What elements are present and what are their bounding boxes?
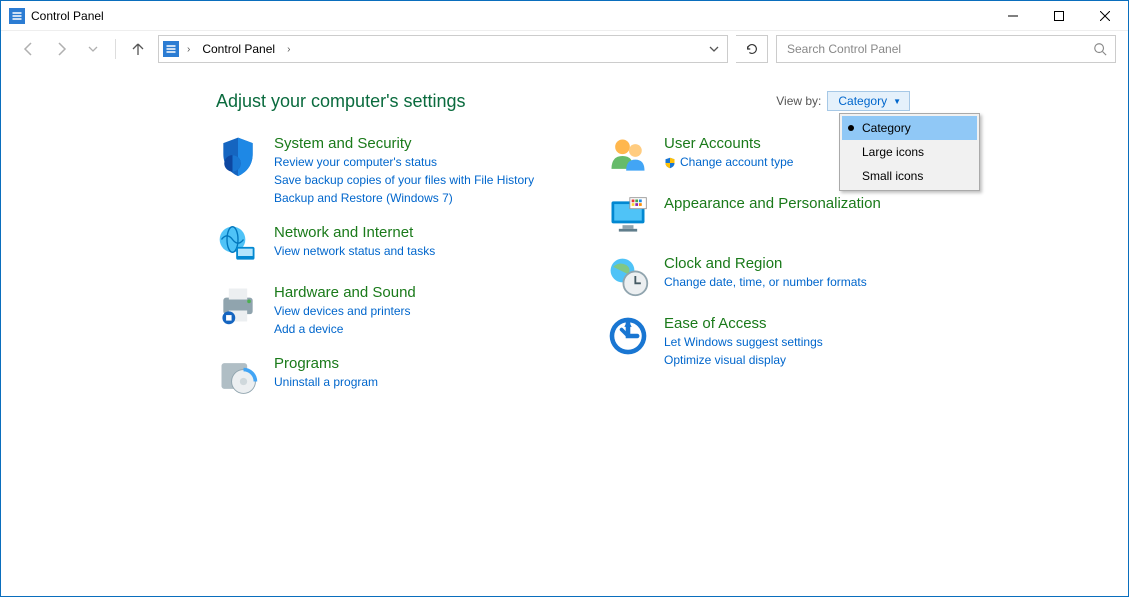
view-option-category[interactable]: Category <box>842 116 977 140</box>
category-title[interactable]: System and Security <box>274 135 566 152</box>
search-input[interactable] <box>785 41 1087 57</box>
ease-of-access-icon <box>606 314 650 358</box>
link-devices-printers[interactable]: View devices and printers <box>274 302 566 320</box>
uac-shield-icon <box>664 157 676 169</box>
view-by-label: View by: <box>776 94 821 108</box>
search-box[interactable] <box>776 35 1116 63</box>
breadcrumb-control-panel[interactable]: Control Panel <box>198 40 279 58</box>
category-appearance-personalization: Appearance and Personalization <box>606 194 956 238</box>
control-panel-icon <box>9 8 25 24</box>
menu-item-label: Large icons <box>862 145 924 159</box>
link-review-status[interactable]: Review your computer's status <box>274 153 566 171</box>
category-ease-of-access: Ease of Access Let Windows suggest setti… <box>606 314 956 369</box>
category-network-internet: Network and Internet View network status… <box>216 223 566 267</box>
back-button[interactable] <box>17 37 41 61</box>
users-icon <box>606 134 650 178</box>
view-option-small-icons[interactable]: Small icons <box>842 164 977 188</box>
window-title: Control Panel <box>31 9 104 23</box>
link-file-history[interactable]: Save backup copies of your files with Fi… <box>274 171 566 189</box>
refresh-button[interactable] <box>736 35 768 63</box>
link-uninstall-program[interactable]: Uninstall a program <box>274 373 566 391</box>
address-bar[interactable]: › Control Panel › <box>158 35 728 63</box>
category-hardware-sound: Hardware and Sound View devices and prin… <box>216 283 566 338</box>
category-system-security: System and Security Review your computer… <box>216 134 566 207</box>
link-backup-restore[interactable]: Backup and Restore (Windows 7) <box>274 189 566 207</box>
search-icon[interactable] <box>1093 42 1107 56</box>
minimize-button[interactable] <box>990 1 1036 31</box>
link-network-status[interactable]: View network status and tasks <box>274 242 566 260</box>
view-by-dropdown[interactable]: Category ▼ <box>827 91 910 111</box>
chevron-right-icon[interactable]: › <box>185 44 192 55</box>
caret-down-icon: ▼ <box>893 97 901 106</box>
category-title[interactable]: Ease of Access <box>664 315 956 332</box>
category-title[interactable]: Appearance and Personalization <box>664 195 956 212</box>
category-clock-region: Clock and Region Change date, time, or n… <box>606 254 956 298</box>
content-area: Adjust your computer's settings View by:… <box>1 67 1128 596</box>
monitor-appearance-icon <box>606 194 650 238</box>
forward-button[interactable] <box>49 37 73 61</box>
link-change-date-time[interactable]: Change date, time, or number formats <box>664 273 956 291</box>
category-title[interactable]: Hardware and Sound <box>274 284 566 301</box>
page-heading: Adjust your computer's settings <box>216 91 1068 112</box>
address-history-dropdown[interactable] <box>705 44 723 54</box>
category-title[interactable]: Network and Internet <box>274 224 566 241</box>
maximize-button[interactable] <box>1036 1 1082 31</box>
category-title[interactable]: Clock and Region <box>664 255 956 272</box>
menu-item-label: Small icons <box>862 169 923 183</box>
view-option-large-icons[interactable]: Large icons <box>842 140 977 164</box>
view-by-selected: Category <box>838 94 887 108</box>
menu-item-label: Category <box>862 121 911 135</box>
bullet-icon <box>848 125 854 131</box>
chevron-right-icon[interactable]: › <box>285 44 292 55</box>
link-windows-suggest[interactable]: Let Windows suggest settings <box>664 333 956 351</box>
programs-icon <box>216 354 260 398</box>
link-optimize-display[interactable]: Optimize visual display <box>664 351 956 369</box>
recent-locations-dropdown[interactable] <box>81 37 105 61</box>
navigation-bar: › Control Panel › <box>1 31 1128 67</box>
control-panel-icon <box>163 41 179 57</box>
link-add-device[interactable]: Add a device <box>274 320 566 338</box>
category-programs: Programs Uninstall a program <box>216 354 566 398</box>
category-title[interactable]: Programs <box>274 355 566 372</box>
printer-icon <box>216 283 260 327</box>
clock-globe-icon <box>606 254 650 298</box>
separator <box>115 39 116 59</box>
close-button[interactable] <box>1082 1 1128 31</box>
title-bar: Control Panel <box>1 1 1128 31</box>
view-by-menu: Category Large icons Small icons <box>839 113 980 191</box>
shield-icon <box>216 134 260 178</box>
up-button[interactable] <box>126 37 150 61</box>
globe-network-icon <box>216 223 260 267</box>
view-by-control: View by: Category ▼ <box>776 91 910 111</box>
